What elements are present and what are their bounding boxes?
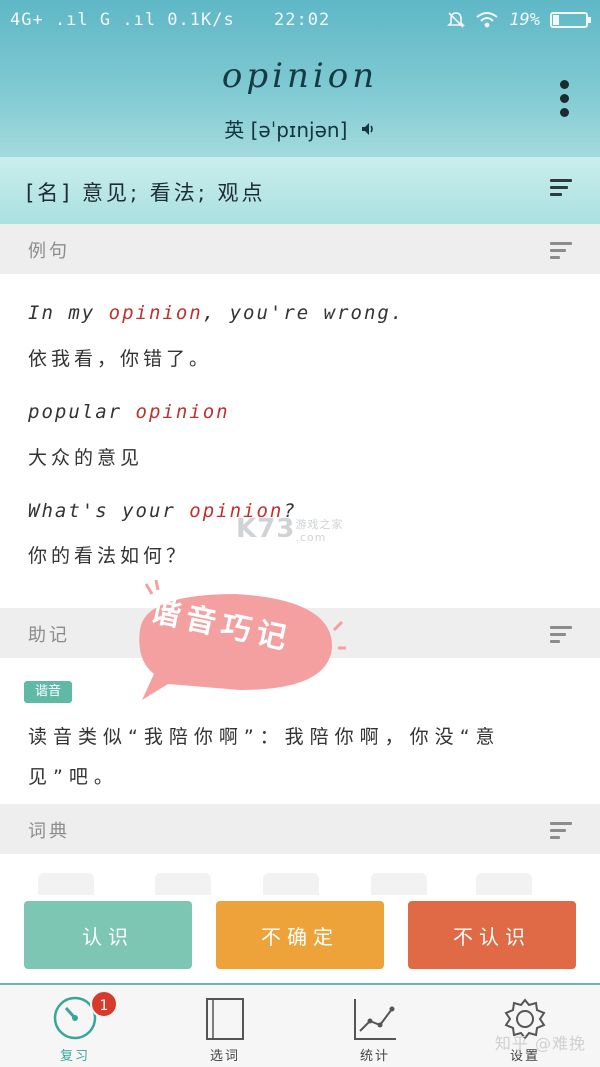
battery-percent: 19% [509,10,540,30]
dictionary-thumb[interactable] [371,873,427,895]
mnemonic-label: 助记 [28,625,70,646]
tab-statistics[interactable]: 统计 [335,985,415,1067]
zhihu-watermark: 知乎 @难挽 [494,1034,586,1053]
example-zh: 依我看，你错了。 [28,348,213,370]
example-en: popular opinion [28,401,230,423]
bottom-tab-bar: 复习 选词 统计 设置 [0,983,600,1067]
examples-section-header[interactable]: 例句 [0,224,600,274]
phonetic-region: 英 [224,118,245,142]
tab-select-words-label: 选词 [209,1049,240,1064]
examples-label: 例句 [28,241,70,262]
examples-menu-icon[interactable] [550,242,572,263]
dictionary-thumb[interactable] [476,873,532,895]
battery-icon [550,12,591,28]
dictionary-section-header[interactable]: 词典 [0,804,600,854]
dictionary-thumb[interactable] [155,873,211,895]
dictionary-label: 词典 [28,821,70,842]
network-status: 4G+ .ıl G .ıl 0.1K/s [10,10,235,30]
definition-bar: [名] 意见; 看法; 观点 [0,157,600,224]
k73-watermark: K73游戏之家 .com [236,514,344,544]
phonetic-text: [əˈpɪnjən] [250,118,348,142]
tab-review-label: 复习 [59,1049,90,1064]
status-bar: 4G+ .ıl G .ıl 0.1K/s 22:02 19% [0,8,600,34]
know-button[interactable]: 认识 [24,901,192,969]
headword: opinion [221,56,379,96]
dictionary-thumb[interactable] [263,873,319,895]
tab-select-words[interactable]: 选词 [185,985,265,1067]
example-en: In my opinion, you're wrong. [28,302,405,324]
speaker-icon[interactable] [360,121,376,141]
clock: 22:02 [274,10,331,30]
review-count-badge: 1 [90,990,118,1018]
mnemonic-menu-icon[interactable] [550,626,572,647]
tab-statistics-label: 统计 [359,1049,390,1064]
book-icon [206,998,244,1040]
dictionary-thumbnails [0,873,600,903]
definition-text: [名] 意见; 看法; 观点 [26,181,266,205]
mute-bell-icon [447,12,466,28]
word-header: 4G+ .ıl G .ıl 0.1K/s 22:02 19% opinion 英… [0,0,600,157]
wifi-icon [476,12,498,28]
dictionary-menu-icon[interactable] [550,822,572,843]
phonetic-line: 英 [əˈpɪnjən] [0,114,600,143]
dictionary-thumb[interactable] [38,873,94,895]
homophone-tag: 谐音 [24,681,72,703]
tab-settings[interactable]: 设置 [485,985,565,1067]
chart-icon [354,999,396,1040]
collapse-menu-icon[interactable] [550,179,572,200]
dont-know-button[interactable]: 不认识 [408,901,576,969]
example-zh: 你的看法如何？ [28,545,190,567]
unsure-button[interactable]: 不确定 [216,901,384,969]
example-zh: 大众的意见 [28,447,144,469]
answer-buttons: 认识 不确定 不认识 [0,901,600,969]
mnemonic-text: 读音类似“我陪你啊”：我陪你啊，你没“意见”吧。 [28,726,501,788]
more-menu-icon[interactable] [560,80,570,122]
